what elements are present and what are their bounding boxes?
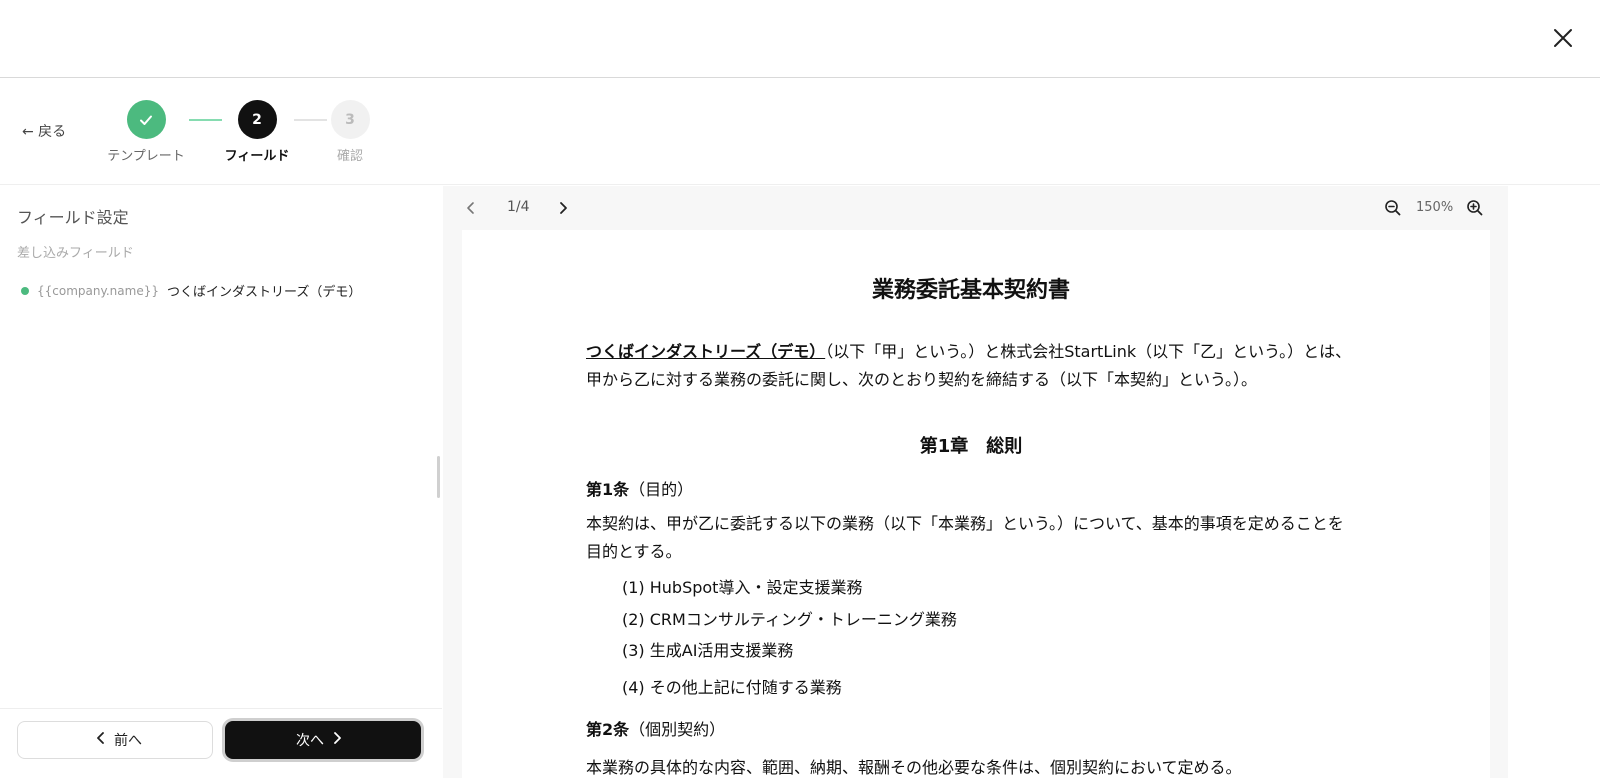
step-label: テンプレート — [107, 149, 185, 164]
panel-resize-handle[interactable] — [437, 456, 440, 498]
right-gutter — [1508, 186, 1600, 778]
merge-field-row[interactable]: {{company.name}} つくばインダストリーズ（デモ） — [21, 281, 361, 300]
zoom-out-icon[interactable] — [1383, 198, 1403, 218]
field-settings-modal: ← 戻る テンプレート 2 フィールド 3 確認 フィールド設定 差し込みフィー… — [0, 0, 1600, 778]
merged-company-name: つくばインダストリーズ（デモ） — [586, 342, 826, 361]
step-label: 確認 — [336, 149, 363, 164]
prev-button-label: 前へ — [114, 733, 142, 749]
list-item: (1) HubSpot導入・設定支援業務 — [622, 578, 863, 597]
step-label: フィールド — [224, 149, 290, 164]
zoom-level: 150% — [1416, 200, 1454, 215]
step-number: 3 — [330, 100, 370, 139]
document-viewer: 1/4 150% 業務委託基本契約書 つくばインダストリーズ（デモ）（以下「甲」… — [443, 186, 1508, 778]
list-item: (3) 生成AI活用支援業務 — [622, 641, 794, 660]
prev-button[interactable]: 前へ — [17, 721, 213, 759]
step-confirm: 3 確認 — [310, 100, 390, 164]
modal-header — [0, 0, 1600, 78]
article-2-body: 本業務の具体的な内容、範囲、納期、報酬その他必要な条件は、個別契約において定める… — [586, 758, 1242, 777]
article-title: （目的） — [629, 480, 694, 499]
field-value: つくばインダストリーズ（デモ） — [166, 285, 362, 300]
chevron-right-icon — [332, 732, 342, 748]
step-template: テンプレート — [106, 100, 186, 164]
back-link[interactable]: ← 戻る — [22, 121, 66, 141]
article-number: 第1条 — [586, 480, 630, 499]
zoom-in-icon[interactable] — [1465, 198, 1485, 218]
article-1-heading: 第1条（目的） — [586, 476, 693, 500]
chapter-heading: 第1章 総則 — [919, 436, 1023, 457]
next-page-icon[interactable] — [553, 198, 573, 218]
next-button[interactable]: 次へ — [225, 721, 421, 759]
list-item: (4) その他上記に付随する業務 — [622, 678, 842, 697]
viewer-toolbar: 1/4 150% — [443, 186, 1508, 230]
field-settings-panel: フィールド設定 差し込みフィールド {{company.name}} つくばイン… — [0, 186, 442, 778]
article-title: （個別契約） — [629, 720, 726, 739]
close-icon[interactable] — [1548, 23, 1578, 53]
panel-title: フィールド設定 — [17, 208, 129, 227]
article-2-heading: 第2条（個別契約） — [586, 716, 725, 740]
list-item: (2) CRMコンサルティング・トレーニング業務 — [622, 610, 957, 629]
chevron-left-icon — [96, 732, 106, 748]
section-label: 差し込みフィールド — [17, 246, 134, 261]
next-button-label: 次へ — [296, 733, 324, 749]
check-icon — [126, 100, 166, 139]
document-intro: つくばインダストリーズ（デモ）（以下「甲」という。）と株式会社StartLink… — [586, 338, 1356, 394]
step-fields: 2 フィールド — [217, 100, 297, 164]
field-key: {{company.name}} — [37, 283, 159, 298]
article-number: 第2条 — [586, 720, 630, 739]
stepper-row: ← 戻る テンプレート 2 フィールド 3 確認 — [0, 79, 1600, 185]
document-page: 業務委託基本契約書 つくばインダストリーズ（デモ）（以下「甲」という。）と株式会… — [462, 230, 1490, 778]
step-number: 2 — [237, 100, 277, 139]
article-1-body: 本契約は、甲が乙に委託する以下の業務（以下「本業務」という。）について、基本的事… — [586, 514, 1344, 561]
panel-footer: 前へ 次へ — [0, 708, 442, 778]
prev-page-icon[interactable] — [461, 198, 481, 218]
document-title: 業務委託基本契約書 — [871, 278, 1070, 303]
page-indicator: 1/4 — [507, 199, 530, 215]
status-dot — [21, 286, 29, 295]
